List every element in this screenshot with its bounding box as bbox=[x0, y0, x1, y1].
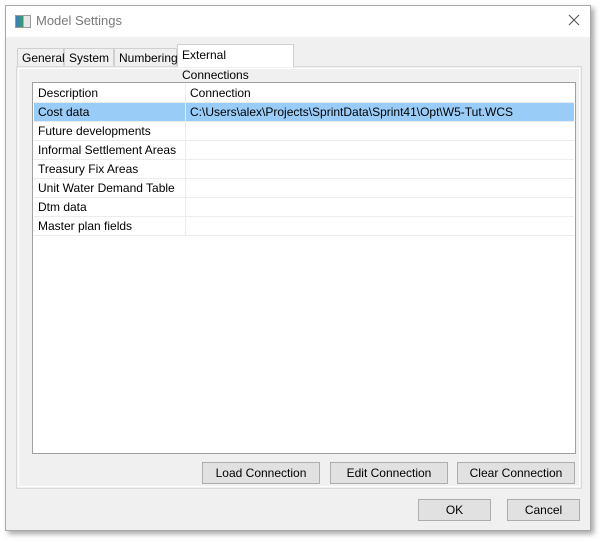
model-settings-dialog: Model Settings General System Numbering … bbox=[5, 5, 591, 531]
connections-table[interactable]: Description Connection Cost data C:\User… bbox=[32, 82, 576, 454]
close-icon[interactable] bbox=[566, 12, 582, 28]
description-cell: Unit Water Demand Table bbox=[34, 179, 186, 197]
table-row[interactable]: Unit Water Demand Table bbox=[34, 179, 574, 198]
connection-cell bbox=[186, 160, 574, 178]
table-row[interactable]: Informal Settlement Areas bbox=[34, 141, 574, 160]
description-cell: Informal Settlement Areas bbox=[34, 141, 186, 159]
description-cell: Treasury Fix Areas bbox=[34, 160, 186, 178]
description-cell: Dtm data bbox=[34, 198, 186, 216]
ok-button[interactable]: OK bbox=[418, 499, 491, 521]
column-header-description[interactable]: Description bbox=[34, 84, 186, 102]
connection-cell bbox=[186, 198, 574, 216]
cancel-button[interactable]: Cancel bbox=[507, 499, 580, 521]
connection-cell: C:\Users\alex\Projects\SprintData\Sprint… bbox=[190, 105, 513, 119]
external-connections-panel: Description Connection Cost data C:\User… bbox=[16, 66, 582, 489]
load-connection-button[interactable]: Load Connection bbox=[202, 462, 320, 484]
table-row[interactable]: Master plan fields bbox=[34, 217, 574, 236]
app-window-icon bbox=[15, 15, 31, 28]
table-row[interactable]: Cost data C:\Users\alex\Projects\SprintD… bbox=[34, 103, 574, 122]
tab-external-connections[interactable]: External Connections bbox=[177, 44, 294, 82]
window-title: Model Settings bbox=[36, 13, 122, 28]
edit-connection-button[interactable]: Edit Connection bbox=[330, 462, 448, 484]
description-cell: Master plan fields bbox=[34, 217, 186, 235]
clear-connection-button[interactable]: Clear Connection bbox=[457, 462, 575, 484]
connection-cell bbox=[186, 141, 574, 159]
description-cell: Cost data bbox=[34, 103, 186, 121]
table-row[interactable]: Future developments bbox=[34, 122, 574, 141]
table-row[interactable]: Treasury Fix Areas bbox=[34, 160, 574, 179]
column-header-connection[interactable]: Connection bbox=[186, 84, 574, 102]
connection-cell bbox=[186, 217, 574, 235]
tab-system[interactable]: System bbox=[64, 48, 114, 66]
title-bar[interactable]: Model Settings bbox=[6, 6, 590, 37]
connection-cell bbox=[186, 122, 574, 140]
tab-general[interactable]: General bbox=[17, 48, 65, 66]
tab-numbering[interactable]: Numbering bbox=[114, 48, 178, 66]
connection-cell bbox=[186, 179, 574, 197]
table-row[interactable]: Dtm data bbox=[34, 198, 574, 217]
description-cell: Future developments bbox=[34, 122, 186, 140]
table-header: Description Connection bbox=[34, 84, 574, 103]
